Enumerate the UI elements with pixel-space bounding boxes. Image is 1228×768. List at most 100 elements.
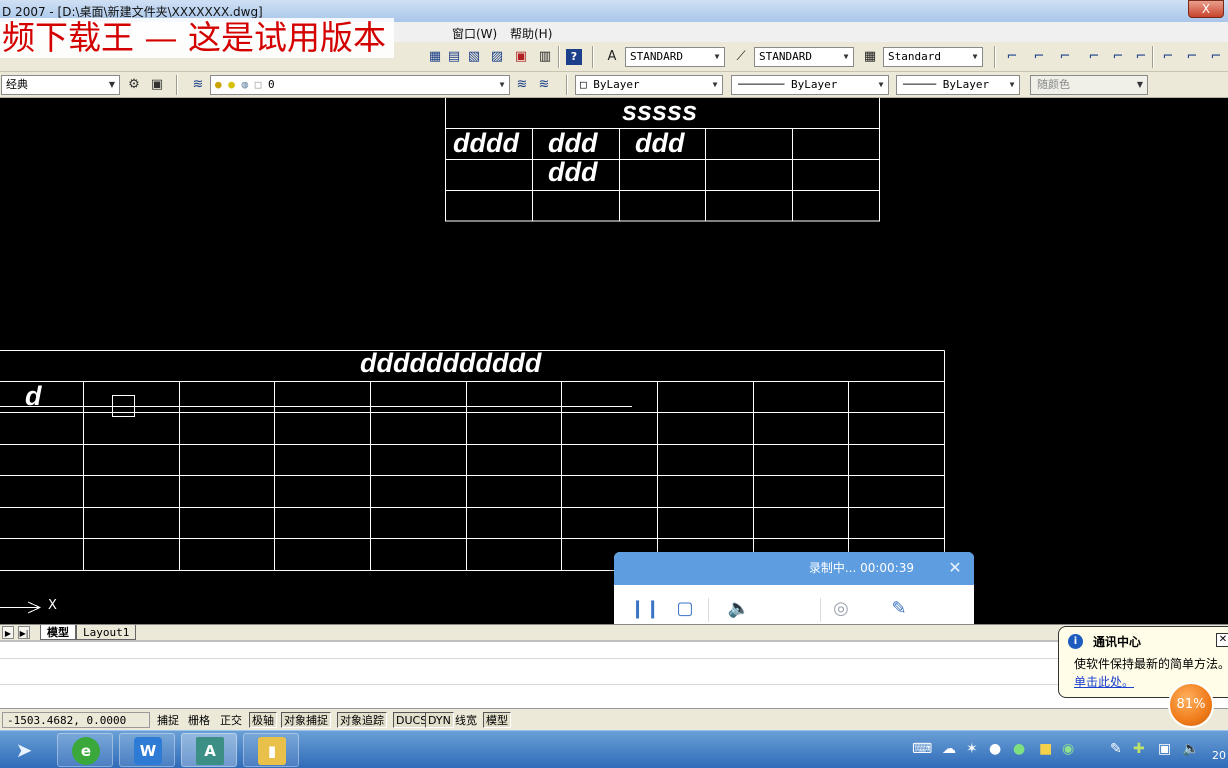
color-select[interactable]: □ ByLayer ▼ — [575, 75, 723, 95]
otrack-toggle[interactable]: 对象追踪 — [337, 712, 387, 728]
linetype-select[interactable]: ─────── ByLayer ▼ — [731, 75, 889, 95]
ucs-face-icon[interactable]: ⌐ — [1086, 49, 1102, 65]
taskbar-browser[interactable]: e — [57, 733, 113, 767]
table2-title: ddddddddddd — [360, 348, 542, 378]
lightbulb-icon: ● — [215, 78, 222, 91]
taskbar-autocad[interactable]: A — [181, 733, 237, 767]
polar-toggle[interactable]: 极轴 — [249, 712, 277, 728]
table2-cell: d — [25, 381, 42, 411]
start-button[interactable]: ➤ — [0, 733, 52, 767]
layer-manager-icon[interactable]: ≋ — [190, 77, 206, 93]
layer-select[interactable]: ● ● ◍ □ 0 ▼ — [210, 75, 510, 95]
properties-icon[interactable]: ▤ — [446, 49, 462, 65]
ucs-3point-icon[interactable]: ⌐ — [1208, 49, 1224, 65]
help-icon[interactable]: ? — [566, 49, 582, 65]
qq-icon[interactable]: ● — [989, 741, 1001, 757]
pause-icon[interactable]: ❙❙ — [630, 596, 660, 622]
command-line[interactable] — [0, 640, 1228, 708]
layer-previous-icon[interactable]: ≋ — [536, 77, 552, 93]
chevron-down-icon: ▼ — [710, 48, 724, 66]
app-tray-icon[interactable]: ■ — [1039, 741, 1052, 757]
design-center-icon[interactable]: ▧ — [466, 49, 482, 65]
windows-taskbar: ➤ e W A ▮ ⌨ ☁ ✶ ● ● ■ ◉ ✎ ✚ ▣ 🔈 20 — [0, 730, 1228, 768]
workspace-select[interactable]: 经典 ▼ — [1, 75, 120, 95]
pen-tray-icon[interactable]: ✎ — [1110, 741, 1122, 757]
mute-icon[interactable]: 🔈 — [726, 596, 752, 622]
dyn-toggle[interactable]: DYN — [425, 712, 454, 728]
volume-icon[interactable]: 🔈 — [1182, 741, 1199, 757]
lineweight-toggle[interactable]: 线宽 — [452, 712, 480, 728]
text-style-select[interactable]: STANDARD ▼ — [625, 47, 725, 67]
keyboard-icon[interactable]: ⌨ — [912, 741, 932, 757]
lock-icon: ◍ — [241, 78, 249, 91]
ucs-icon[interactable]: ⌐ — [1004, 49, 1020, 65]
chevron-down-icon: ▼ — [495, 76, 509, 94]
ucs-previous-icon[interactable]: ⌐ — [1057, 49, 1073, 65]
pen-icon[interactable]: ✎ — [886, 596, 912, 622]
tab-model[interactable]: 模型 — [40, 625, 76, 640]
menu-window[interactable]: 窗口(W) — [452, 25, 497, 42]
toolbar-separator — [558, 46, 560, 68]
ucs-world-icon[interactable]: ⌐ — [1031, 49, 1047, 65]
ucs-origin-icon[interactable]: ⌐ — [1160, 49, 1176, 65]
tab-layout1[interactable]: Layout1 — [76, 625, 137, 640]
model-toggle[interactable]: 模型 — [483, 712, 511, 728]
progress-badge[interactable]: 81% — [1168, 682, 1214, 728]
taskbar-wps[interactable]: W — [119, 733, 175, 767]
start-icon: ➤ — [15, 738, 33, 762]
grid-toggle[interactable]: 栅格 — [185, 712, 213, 728]
chevron-down-icon: ▼ — [105, 76, 119, 94]
sheet-set-icon[interactable]: ▣ — [513, 49, 529, 65]
drawing-canvas[interactable]: sssss dddd ddd ddd ddd ddddddddddd d X — [0, 96, 1228, 624]
color-value: ByLayer — [593, 78, 640, 91]
text-style-icon[interactable]: A — [604, 49, 620, 65]
cloud-icon[interactable]: ☁ — [942, 741, 956, 757]
menu-help[interactable]: 帮助(H) — [510, 25, 552, 42]
notification-link[interactable]: 单击此处。 — [1074, 673, 1134, 690]
table-style-select[interactable]: Standard ▼ — [883, 47, 983, 67]
table1-cell: ddd — [548, 157, 598, 187]
green-tray-icon[interactable]: ◉ — [1062, 741, 1074, 757]
snap-toggle[interactable]: 捕捉 — [154, 712, 182, 728]
folder-icon: ▮ — [258, 737, 286, 765]
wechat-icon[interactable]: ● — [1013, 741, 1025, 757]
cad-geometry — [0, 98, 945, 614]
chevron-down-icon: ▼ — [708, 76, 722, 94]
taskbar-explorer[interactable]: ▮ — [243, 733, 299, 767]
dim-style-icon[interactable]: ⟋ — [733, 49, 749, 65]
plotstyle-select[interactable]: 随颜色 ▼ — [1030, 75, 1148, 95]
window-close-button[interactable]: X — [1188, 0, 1224, 18]
calculator-icon[interactable]: ▥ — [537, 49, 553, 65]
save-workspace-icon[interactable]: ▣ — [149, 77, 165, 93]
ucs-view-icon[interactable]: ⌐ — [1133, 49, 1149, 65]
workspace-value: 经典 — [6, 78, 28, 91]
toolbar-separator — [1152, 46, 1154, 68]
line-sample-icon: ───── — [903, 78, 943, 91]
workspace-settings-icon[interactable]: ⚙ — [126, 77, 142, 93]
stop-icon[interactable]: ▢ — [672, 596, 698, 622]
wps-icon: W — [134, 737, 162, 765]
ucs-object-icon[interactable]: ⌐ — [1110, 49, 1126, 65]
ucs-z-axis-icon[interactable]: ⌐ — [1184, 49, 1200, 65]
plus-tray-icon[interactable]: ✚ — [1133, 741, 1145, 757]
tool-palettes-icon[interactable]: ▨ — [489, 49, 505, 65]
ortho-toggle[interactable]: 正交 — [217, 712, 245, 728]
table-style-icon[interactable]: ▦ — [862, 49, 878, 65]
network-icon[interactable]: ▣ — [1158, 741, 1171, 757]
tab-nav-last-icon[interactable]: ▶| — [18, 626, 30, 639]
make-current-layer-icon[interactable]: ≋ — [514, 77, 530, 93]
star-icon[interactable]: ✶ — [966, 741, 978, 757]
webcam-icon[interactable]: ◎ — [828, 596, 854, 622]
table1-cell: ddd — [635, 128, 685, 158]
close-icon[interactable]: ✕ — [946, 559, 964, 577]
close-icon[interactable]: ✕ — [1216, 633, 1228, 647]
dim-style-select[interactable]: STANDARD ▼ — [754, 47, 854, 67]
clock[interactable]: 20 — [1212, 749, 1226, 762]
table-style-value: Standard — [888, 50, 941, 63]
chevron-down-icon: ▼ — [1133, 76, 1147, 94]
tab-nav-first-icon[interactable]: ▶ — [2, 626, 14, 639]
lineweight-select[interactable]: ───── ByLayer ▼ — [896, 75, 1020, 95]
line-sample-icon: ─────── — [738, 78, 791, 91]
osnap-toggle[interactable]: 对象捕捉 — [281, 712, 331, 728]
match-properties-icon[interactable]: ▦ — [427, 49, 443, 65]
